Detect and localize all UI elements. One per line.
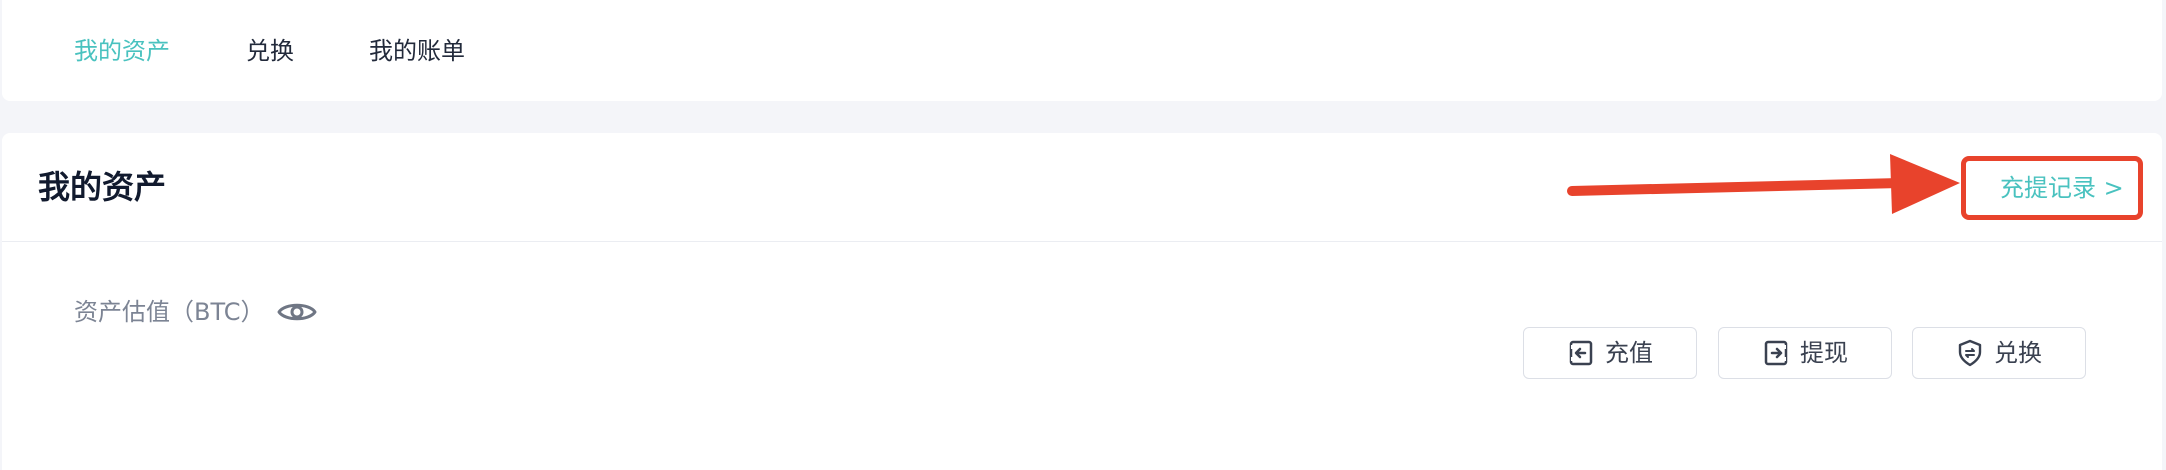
eye-icon[interactable] [277,299,317,325]
withdraw-icon [1764,340,1788,366]
top-tabs-card: 我的资产 兑换 我的账单 [2,0,2162,101]
tab-exchange[interactable]: 兑换 [246,34,294,68]
exchange-button[interactable]: 兑换 [1912,327,2086,379]
withdraw-button-label: 提现 [1800,339,1848,367]
tab-my-assets[interactable]: 我的资产 [74,34,170,68]
deposit-button-label: 充值 [1605,339,1653,367]
exchange-shield-icon [1958,339,1982,367]
tab-my-bills[interactable]: 我的账单 [369,34,465,68]
page-title: 我的资产 [38,168,167,206]
asset-valuation-label: 资产估值（BTC） [74,298,265,326]
assets-card: 我的资产 充提记录 > 资产估值（BTC） 充值 提现 兑换 [2,133,2162,470]
deposit-withdraw-records-link[interactable]: 充提记录 > [2000,171,2124,205]
deposit-button[interactable]: 充值 [1523,327,1697,379]
assets-card-header: 我的资产 充提记录 > [2,133,2162,242]
exchange-button-label: 兑换 [1994,339,2042,367]
withdraw-button[interactable]: 提现 [1718,327,1892,379]
deposit-icon [1569,340,1593,366]
